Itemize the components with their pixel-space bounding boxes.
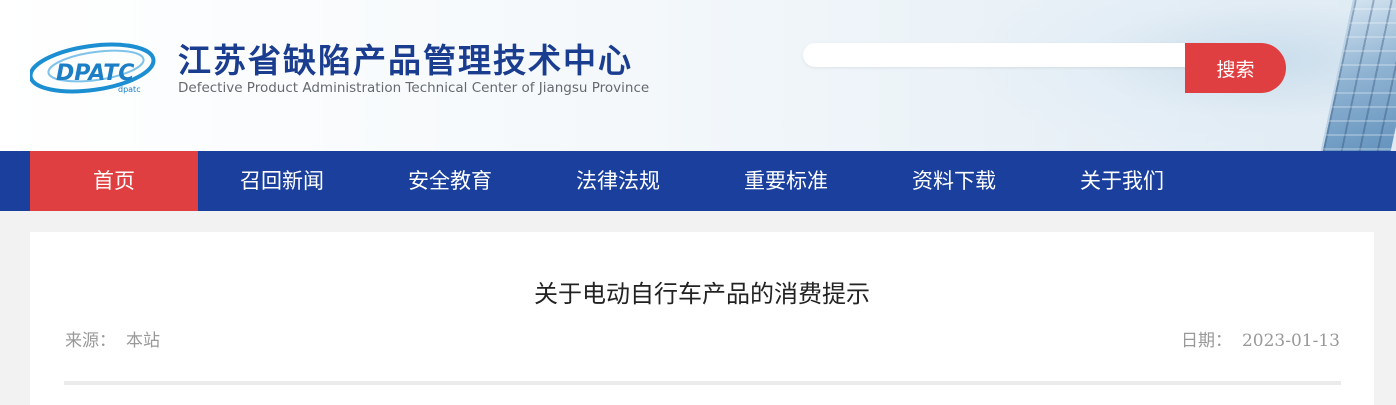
article-source: 来源： 本站 <box>65 326 160 351</box>
article-title: 关于电动自行车产品的消费提示 <box>534 280 870 308</box>
search-button[interactable]: 搜索 <box>1185 43 1286 93</box>
date-value: 2023-01-13 <box>1241 331 1340 351</box>
nav-item-recall-news[interactable]: 召回新闻 <box>198 151 366 211</box>
title-divider <box>64 381 1341 385</box>
search-input[interactable] <box>803 43 1223 67</box>
logo-subtext: dpatc <box>118 85 141 94</box>
date-label: 日期： <box>1180 331 1232 351</box>
article-date: 日期： 2023-01-13 <box>1181 326 1340 351</box>
article-container: 关于电动自行车产品的消费提示 来源： 本站 日期： 2023-01-13 <box>30 232 1374 405</box>
nav-item-safety-education[interactable]: 安全教育 <box>366 151 534 211</box>
nav-item-about-us[interactable]: 关于我们 <box>1038 151 1206 211</box>
site-subtitle: Defective Product Administration Technic… <box>178 80 650 96</box>
nav-item-laws-regulations[interactable]: 法律法规 <box>534 151 702 211</box>
source-label: 来源： <box>65 331 116 351</box>
dpatc-logo-icon[interactable]: DPATC dpatc <box>30 38 160 98</box>
nav-list: 首页 召回新闻 安全教育 法律法规 重要标准 资料下载 关于我们 <box>30 151 1206 211</box>
logo-text: DPATC <box>56 61 134 86</box>
site-title: 江苏省缺陷产品管理技术中心 <box>178 41 633 80</box>
nav-item-home[interactable]: 首页 <box>30 151 198 211</box>
search-box: 搜索 <box>803 43 1286 93</box>
source-value: 本站 <box>126 331 160 351</box>
main-nav: 首页 召回新闻 安全教育 法律法规 重要标准 资料下载 关于我们 <box>0 151 1396 211</box>
nav-item-downloads[interactable]: 资料下载 <box>870 151 1038 211</box>
site-header: DPATC dpatc 江苏省缺陷产品管理技术中心 Defective Prod… <box>0 0 1396 151</box>
nav-item-important-standards[interactable]: 重要标准 <box>702 151 870 211</box>
